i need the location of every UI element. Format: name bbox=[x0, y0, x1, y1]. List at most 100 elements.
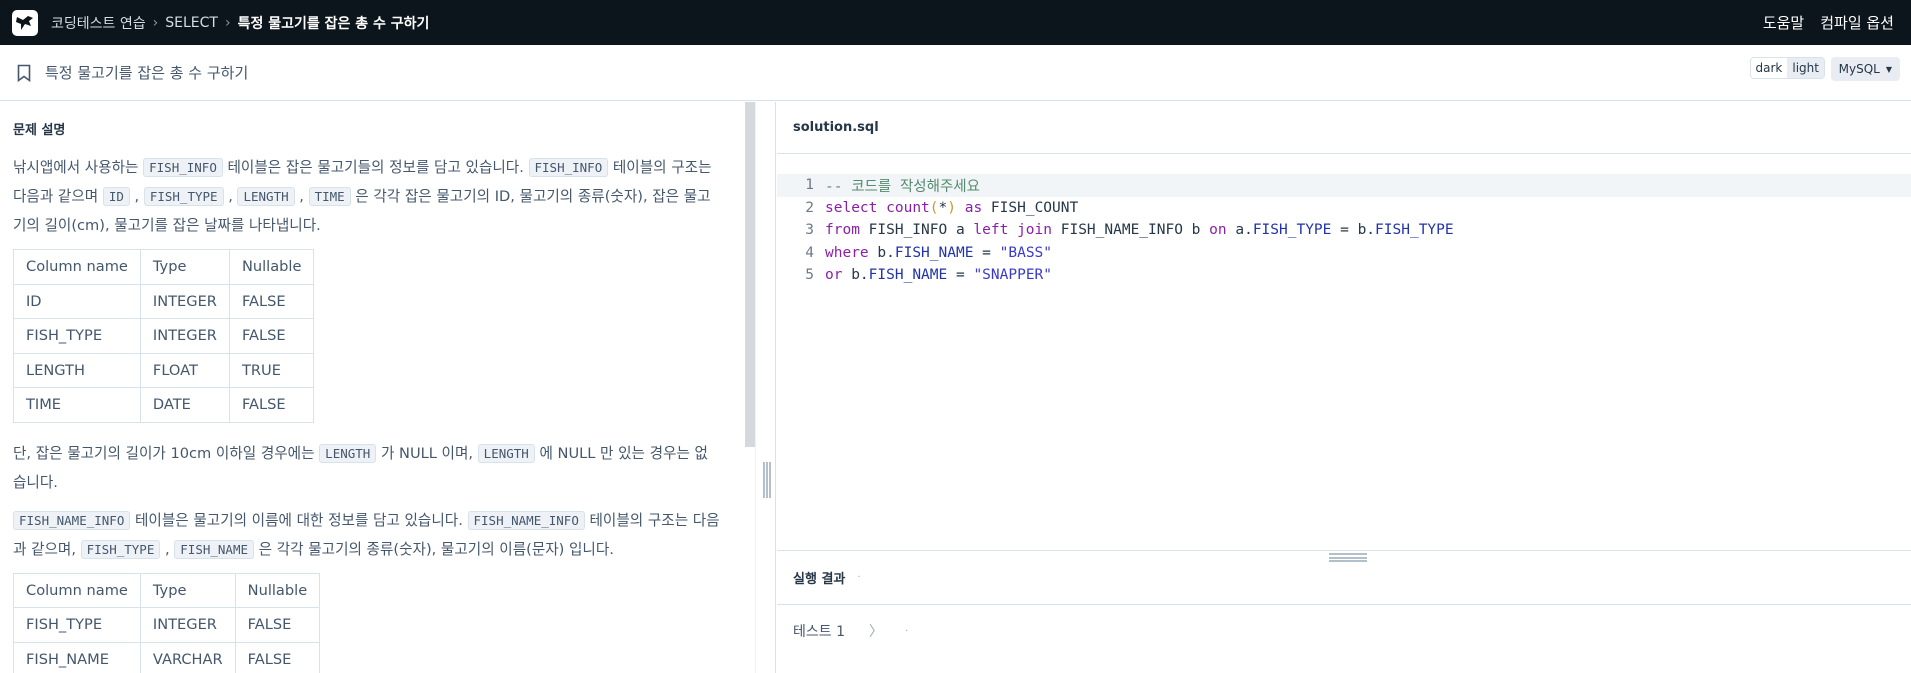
inline-code: FISH_INFO bbox=[528, 158, 609, 177]
table-row: TIME DATE FALSE bbox=[13, 387, 315, 423]
code-editor-pane: solution.sql 1 -- 코드를 작성해주세요 2 select count… bbox=[777, 102, 1911, 550]
logo-icon[interactable] bbox=[12, 9, 38, 36]
theme-toggle: dark light bbox=[1749, 57, 1825, 79]
code-token: from bbox=[825, 222, 860, 239]
breadcrumb-item-practice[interactable]: 코딩테스트 연습 bbox=[51, 13, 146, 33]
breadcrumb-item-select[interactable]: SELECT bbox=[165, 15, 218, 31]
code-line[interactable]: 1 -- 코드를 작성해주세요 bbox=[777, 174, 1911, 197]
test-status-dot: · bbox=[905, 625, 909, 637]
code-token: ( bbox=[929, 199, 939, 216]
code-token: ) bbox=[947, 199, 956, 216]
inline-code: FISH_NAME_INFO bbox=[467, 510, 585, 530]
code-token: -- 코드를 작성해주세요 bbox=[825, 178, 980, 195]
code-text: from FISH_INFO a left join FISH_NAME_INF… bbox=[814, 222, 1454, 238]
inline-code: LENGTH bbox=[319, 443, 377, 463]
pane-divider[interactable] bbox=[755, 102, 776, 673]
fish-info-table: Column name Type Nullable ID INTEGER FAL… bbox=[13, 249, 315, 423]
inline-code: LENGTH bbox=[477, 443, 535, 463]
problem-title-bar: 특정 물고기를 잡은 총 수 구하기 dark light MySQL ▼ bbox=[0, 45, 1911, 101]
code-token: = bbox=[947, 267, 974, 284]
table-cell: FISH_NAME bbox=[13, 641, 141, 673]
code-token: FISH_TYPE bbox=[1252, 222, 1332, 239]
inline-code: FISH_NAME bbox=[174, 539, 255, 559]
theme-light-button[interactable]: light bbox=[1787, 58, 1824, 78]
table-cell: LENGTH bbox=[13, 352, 141, 388]
table-header-cell: Column name bbox=[13, 249, 141, 285]
table-cell: INTEGER bbox=[139, 318, 230, 354]
table-row: FISH_TYPE INTEGER FALSE bbox=[13, 607, 321, 643]
code-token: FISH_COUNT bbox=[982, 199, 1079, 216]
table-cell: DATE bbox=[139, 387, 230, 423]
code-token: on bbox=[1209, 222, 1227, 239]
line-number: 3 bbox=[805, 222, 814, 239]
code-editor[interactable]: 1 -- 코드를 작성해주세요 2 select count(*) as FISH_C… bbox=[777, 174, 1911, 287]
line-number: 1 bbox=[805, 177, 814, 194]
code-token: * bbox=[938, 199, 948, 216]
chevron-right-icon: 〉 bbox=[869, 624, 883, 640]
code-line[interactable]: 3 from FISH_INFO a left join FISH_NAME_IN… bbox=[777, 219, 1911, 242]
page-title: 특정 물고기를 잡은 총 수 구하기 bbox=[45, 64, 249, 82]
table-header-cell: Column name bbox=[13, 572, 141, 608]
chevron-right-icon: › bbox=[224, 14, 231, 31]
table-cell: FALSE bbox=[234, 641, 321, 673]
result-pane: 실행 결과 · 테스트 1 〉 · bbox=[777, 550, 1911, 673]
code-line[interactable]: 2 select count(*) as FISH_COUNT bbox=[777, 197, 1911, 220]
line-number: 5 bbox=[805, 267, 814, 284]
inline-code: ID bbox=[102, 187, 130, 206]
bookmark-icon[interactable] bbox=[17, 64, 31, 82]
code-token: or bbox=[825, 267, 843, 284]
code-token: FISH_TYPE bbox=[1375, 222, 1454, 239]
caret-down-icon: ▼ bbox=[1885, 64, 1892, 74]
code-token: where bbox=[825, 244, 869, 261]
code-token: left join bbox=[973, 222, 1052, 239]
test-case-row[interactable]: 테스트 1 〉 · bbox=[777, 605, 1911, 657]
chevron-right-icon: › bbox=[152, 14, 159, 31]
code-token: FISH_INFO a bbox=[859, 222, 974, 239]
table-cell: FALSE bbox=[234, 607, 321, 643]
table-header-cell: Nullable bbox=[234, 572, 321, 608]
code-line[interactable]: 5 or b.FISH_NAME = "SNAPPER" bbox=[777, 264, 1911, 287]
table-row: LENGTH FLOAT TRUE bbox=[13, 352, 315, 388]
table-row: ID INTEGER FALSE bbox=[13, 283, 315, 319]
inline-code: FISH_INFO bbox=[143, 158, 223, 177]
code-token: a. bbox=[1226, 222, 1253, 239]
table-cell: FALSE bbox=[228, 318, 315, 354]
table-cell: INTEGER bbox=[139, 283, 230, 319]
description-paragraph: FISH_NAME_INFO 테이블은 물고기의 이름에 대한 정보를 담고 있… bbox=[13, 510, 720, 559]
code-token: b. bbox=[842, 267, 869, 284]
code-token: FISH_NAME bbox=[868, 267, 948, 284]
compile-options-link[interactable]: 컴파일 옵션 bbox=[1820, 12, 1894, 33]
table-cell: TRUE bbox=[228, 352, 315, 388]
code-text: or b.FISH_NAME = "SNAPPER" bbox=[814, 267, 1052, 283]
line-number: 2 bbox=[805, 199, 814, 216]
table-cell: FISH_TYPE bbox=[13, 607, 141, 643]
test-case-label: 테스트 1 bbox=[793, 624, 845, 640]
code-token: FISH_NAME_INFO b bbox=[1052, 222, 1210, 239]
table-row: FISH_NAME VARCHAR FALSE bbox=[13, 641, 321, 673]
editor-file-tab[interactable]: solution.sql bbox=[777, 102, 1911, 154]
vertical-resize-handle[interactable] bbox=[763, 462, 771, 498]
table-cell: FALSE bbox=[228, 283, 315, 319]
section-heading: 문제 설명 bbox=[13, 123, 66, 138]
theme-dark-button[interactable]: dark bbox=[1750, 58, 1788, 78]
code-token: b. bbox=[868, 244, 895, 261]
code-text: where b.FISH_NAME = "BASS" bbox=[814, 245, 1052, 261]
result-heading: 실행 결과 bbox=[793, 572, 846, 587]
code-token: count bbox=[886, 199, 930, 216]
table-header-cell: Type bbox=[139, 572, 236, 608]
inline-code: FISH_TYPE bbox=[143, 187, 224, 206]
fish-name-info-table: Column name Type Nullable FISH_TYPE INTE… bbox=[13, 572, 321, 673]
table-cell: TIME bbox=[13, 387, 141, 423]
horizontal-resize-handle[interactable] bbox=[1329, 553, 1367, 562]
description-scrollbar[interactable] bbox=[745, 102, 755, 447]
table-cell: ID bbox=[13, 283, 141, 319]
language-select[interactable]: MySQL ▼ bbox=[1830, 57, 1900, 81]
help-link[interactable]: 도움말 bbox=[1763, 12, 1804, 33]
code-token: = bbox=[973, 244, 1000, 261]
description-paragraph: 낚시앱에서 사용하는 FISH_INFO 테이블은 잡은 물고기들의 정보를 담… bbox=[13, 158, 712, 234]
code-line[interactable]: 4 where b.FISH_NAME = "BASS" bbox=[777, 242, 1911, 265]
code-text: -- 코드를 작성해주세요 bbox=[814, 175, 980, 196]
problem-description-pane: 문제 설명 낚시앱에서 사용하는 FISH_INFO 테이블은 잡은 물고기들의… bbox=[0, 102, 755, 673]
